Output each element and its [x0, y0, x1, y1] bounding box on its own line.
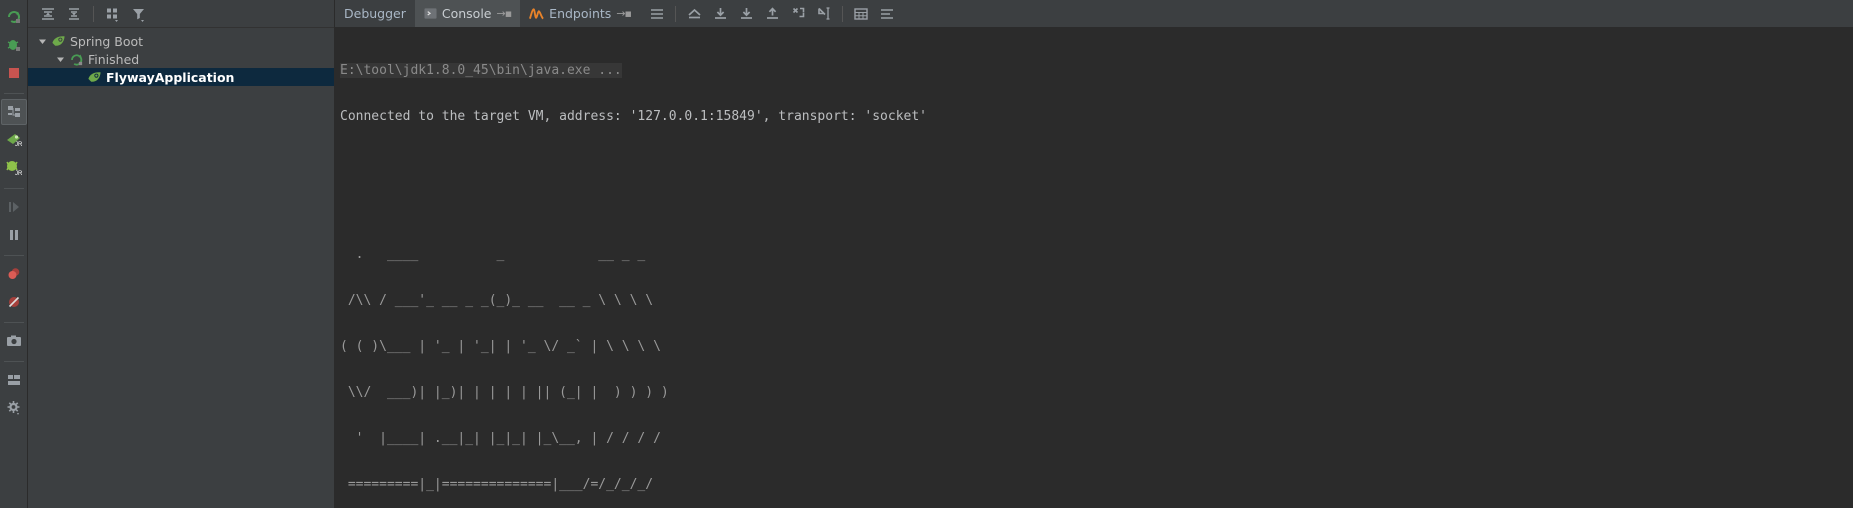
tab-endpoints[interactable]: Endpoints →▪ — [520, 0, 640, 27]
step-into-icon[interactable] — [733, 1, 759, 27]
debug-tabbar: Debugger Console →▪ Endpoints →▪ — [335, 0, 1853, 28]
tree-toolbar-divider — [93, 5, 94, 22]
spring-boot-node-label: Spring Boot — [70, 33, 144, 49]
console-toolbar-divider-1 — [675, 5, 676, 22]
rail-divider-2 — [3, 188, 24, 189]
rerun-icon[interactable] — [1, 4, 27, 30]
resume-program-icon[interactable] — [1, 194, 27, 220]
restore-layout-icon[interactable]: JR — [1, 127, 27, 153]
banner-line-4: ' |____| .__|_| |_|_| |_\__, | / / / / — [340, 430, 661, 446]
run-to-cursor-icon[interactable] — [811, 1, 837, 27]
tab-console[interactable]: Console →▪ — [414, 0, 521, 27]
banner-line-2: ( ( )\___ | '_ | '_| | '_ \/ _` | \ \ \ … — [340, 338, 661, 354]
debug-tool-window: JR JR Spring Boot Finished FlywayApplica… — [0, 0, 1853, 508]
tab-console-label: Console — [441, 6, 492, 21]
flyway-application-node[interactable]: FlywayApplication — [28, 68, 334, 86]
flyway-application-node-label: FlywayApplication — [106, 69, 235, 85]
rerun-debug-icon[interactable] — [1, 32, 27, 58]
rail-divider-5 — [3, 361, 24, 362]
console-area: Debugger Console →▪ Endpoints →▪ E:\tool… — [335, 0, 1853, 508]
collapse-all-icon[interactable] — [62, 3, 86, 25]
debug-action-rail: JR JR — [0, 0, 28, 508]
rail-divider-1 — [3, 93, 24, 94]
svg-text:JR: JR — [15, 142, 23, 148]
run-tree-panel: Spring Boot Finished FlywayApplication — [28, 0, 335, 508]
rail-divider-3 — [3, 255, 24, 256]
banner-line-0: . ____ _ __ _ _ — [340, 246, 646, 262]
chevron-down-icon[interactable] — [36, 37, 49, 46]
pause-program-icon[interactable] — [1, 222, 27, 248]
banner-line-1: /\\ / ___'_ __ _ _(_)_ __ __ _ \ \ \ \ — [340, 292, 654, 308]
spring-boot-node[interactable]: Spring Boot — [28, 32, 334, 50]
console-icon — [424, 7, 437, 20]
step-over-icon[interactable] — [707, 1, 733, 27]
settings-run-icon[interactable]: JR — [1, 155, 27, 181]
java-command-text: E:\tool\jdk1.8.0_45\bin\java.exe ... — [340, 62, 622, 78]
tab-endpoints-label: Endpoints — [549, 6, 612, 21]
layout-icon[interactable] — [1, 367, 27, 393]
gear-icon[interactable] — [1, 395, 27, 421]
soft-wrap-icon[interactable] — [644, 1, 670, 27]
force-step-into-icon[interactable] — [785, 1, 811, 27]
console-connected-line: Connected to the target VM, address: '12… — [340, 108, 927, 124]
console-toolbar-divider-2 — [842, 5, 843, 22]
endpoints-icon — [529, 7, 544, 21]
evaluate-expression-icon[interactable] — [848, 1, 874, 27]
banner-line-3: \\/ ___)| |_)| | | | | || (_| | ) ) ) ) — [340, 384, 669, 400]
tab-debugger-label: Debugger — [344, 6, 406, 21]
stop-icon[interactable] — [1, 60, 27, 86]
pin-tab-icon[interactable]: →▪ — [616, 7, 632, 20]
chevron-down-icon[interactable] — [54, 55, 67, 64]
show-execution-point-icon[interactable] — [681, 1, 707, 27]
tab-debugger[interactable]: Debugger — [335, 0, 415, 27]
threads-frames-icon[interactable] — [0, 99, 27, 125]
group-by-icon[interactable] — [101, 3, 125, 25]
run-tree[interactable]: Spring Boot Finished FlywayApplication — [28, 28, 334, 86]
expand-all-icon[interactable] — [36, 3, 60, 25]
finished-node[interactable]: Finished — [28, 50, 334, 68]
step-out-icon[interactable] — [759, 1, 785, 27]
view-breakpoints-icon[interactable] — [1, 261, 27, 287]
console-toolbar — [640, 0, 900, 27]
console-command-line: E:\tool\jdk1.8.0_45\bin\java.exe ... — [340, 62, 1853, 78]
filter-icon[interactable] — [127, 3, 151, 25]
rerun-green-icon — [67, 52, 85, 67]
pin-tab-icon[interactable]: →▪ — [497, 7, 513, 20]
svg-text:JR: JR — [15, 171, 23, 177]
spring-leaf-icon — [49, 34, 67, 49]
screenshot-icon[interactable] — [1, 328, 27, 354]
console-output[interactable]: E:\tool\jdk1.8.0_45\bin\java.exe ... Con… — [335, 28, 1853, 508]
banner-line-5: =========|_|==============|___/=/_/_/_/ — [340, 476, 654, 492]
mute-breakpoints-icon[interactable] — [1, 289, 27, 315]
tree-toolbar — [28, 0, 334, 28]
console-settings-icon[interactable] — [874, 1, 900, 27]
finished-node-label: Finished — [88, 51, 140, 67]
spring-leaf-icon — [85, 70, 103, 85]
rail-divider-4 — [3, 322, 24, 323]
